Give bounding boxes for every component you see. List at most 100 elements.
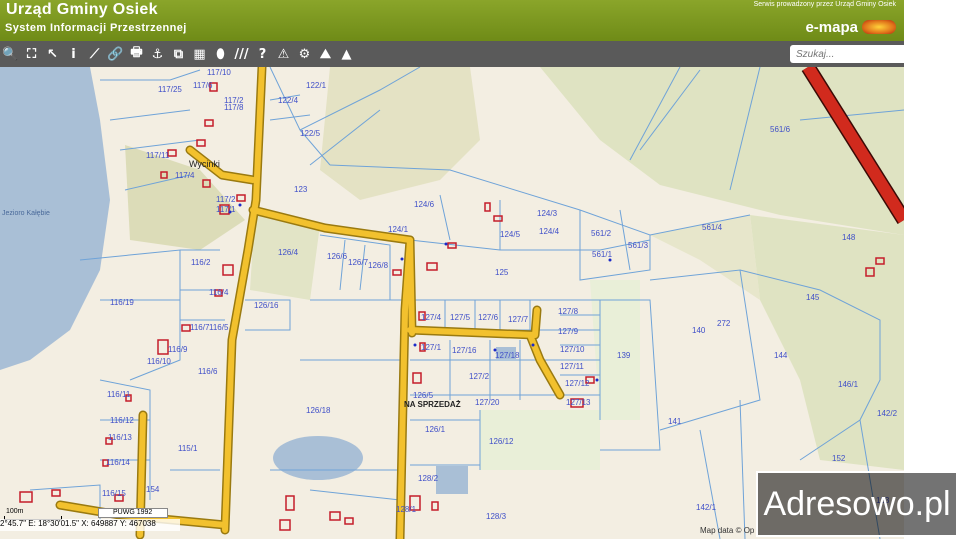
parcel-label: 122/5 [300, 129, 321, 138]
parcel-label: 154 [146, 485, 160, 494]
parcel-label: 124/4 [539, 227, 560, 236]
parcel-label: 127/5 [450, 313, 471, 322]
parcel-label: 124/3 [537, 209, 558, 218]
info-icon[interactable]: i [63, 43, 84, 65]
parcel-label: 127/9 [558, 327, 579, 336]
anchor-icon[interactable]: ⚓ [147, 43, 168, 65]
parcel-label: 127/20 [475, 398, 500, 407]
parcel-label: 127/6 [478, 313, 499, 322]
parcel-label: 116/5 [209, 323, 229, 332]
terrain-icon[interactable]: ▲ [336, 43, 357, 65]
parcel-label: 116/11 [107, 390, 131, 399]
parcel-label: 141 [668, 417, 682, 426]
parcel-label: 127/11 [560, 362, 584, 371]
parcel-label: 148 [842, 233, 856, 242]
parcel-label: 124/5 [500, 230, 521, 239]
parcel-label: 126/6 [327, 252, 348, 261]
parcel-label: 128/2 [418, 474, 439, 483]
parcel-label: 144 [774, 351, 788, 360]
parcel-label: 146/1 [838, 380, 859, 389]
parcel-label: 127/1 [421, 343, 442, 352]
parcel-label: 116/4 [209, 288, 229, 297]
coordinates-readout: 2°45.7" E: 18°30'01.5" X: 649887 Y: 4670… [0, 519, 180, 531]
pointer-icon[interactable]: ↖ [42, 43, 63, 65]
shape-icon[interactable]: ⬮ [210, 43, 231, 65]
help-icon[interactable]: ? [252, 43, 273, 65]
parcel-label: 127/7 [508, 315, 529, 324]
app-title: Urząd Gminy Osiek [6, 1, 158, 18]
map-attribution: Map data © Op [700, 526, 755, 535]
parcel-label: 117/10 [207, 68, 231, 77]
layout-icon[interactable]: ▦ [189, 43, 210, 65]
parcel-label: 126/12 [489, 437, 514, 446]
app-header: Urząd Gminy Osiek System Informacji Prze… [0, 0, 904, 41]
parcel-label: 116/10 [147, 357, 171, 366]
brand-name: e-mapa [805, 19, 858, 36]
service-note: Serwis prowadzony przez Urząd Gminy Osie… [753, 1, 896, 8]
parcel-label: 126/16 [254, 301, 279, 310]
parcel-label: 117/2 [216, 195, 236, 204]
lake-name: Jezioro Kałębie [2, 210, 50, 217]
parcel-label: 116/6 [198, 367, 218, 376]
parcel-label: 561/3 [628, 241, 649, 250]
measure-icon[interactable]: ⟋ [84, 43, 105, 65]
parcel-label: 140 [692, 326, 706, 335]
map-canvas[interactable]: 117/10 117/25 117/6 117/2 117/8 122/4 122/1 122… [0, 67, 904, 539]
parcel-label: 117/4 [175, 171, 195, 180]
projection-select[interactable]: PUWG 1992 [98, 508, 168, 518]
warning-icon[interactable]: ⚠ [273, 43, 294, 65]
parcel-label: 117/6 [193, 81, 213, 90]
brand-logo-icon [862, 20, 896, 34]
parcel-label: 272 [717, 319, 731, 328]
parcel-label: 116/2 [191, 258, 211, 267]
parcel-label: 116/12 [110, 416, 134, 425]
locate-icon[interactable]: ⛰ [315, 43, 336, 65]
export-icon[interactable]: ⧉ [168, 43, 189, 65]
parcel-label: 127/13 [566, 398, 591, 407]
parcel-label: 115/1 [178, 444, 198, 453]
parcel-label: 127/16 [452, 346, 477, 355]
for-sale-marker: NA SPRZEDAŻ [404, 400, 461, 409]
parcel-label: 127/2 [469, 372, 490, 381]
link-icon[interactable]: 🔗 [105, 43, 126, 65]
parcel-label: 127/4 [421, 313, 442, 322]
parcel-label: 122/1 [306, 81, 327, 90]
zoom-extent-icon[interactable]: ⛶ [21, 43, 42, 65]
parcel-label: 127/8 [558, 307, 579, 316]
parcel-label: 117/11 [146, 151, 170, 160]
parcel-label: 128/3 [486, 512, 507, 521]
parcel-label: 126/18 [306, 406, 331, 415]
parcel-label: 126/1 [425, 425, 446, 434]
parcel-label: 116/9 [168, 345, 188, 354]
scale-label: 100m [6, 508, 24, 515]
parcel-label: 116/14 [106, 458, 130, 467]
parcel-label: 139 [617, 351, 631, 360]
pond [273, 436, 363, 480]
parcel-label: 123 [294, 185, 308, 194]
parcel-label: 127/18 [495, 351, 520, 360]
parcel-label: 116/19 [110, 298, 134, 307]
parcel-label: 142/2 [877, 409, 898, 418]
map-svg: 117/10 117/25 117/6 117/2 117/8 122/4 122/1 122… [0, 67, 904, 539]
place-name: Wycinki [189, 159, 220, 169]
parcel-label: 124/6 [414, 200, 435, 209]
parcel-label: 116/7 [190, 323, 210, 332]
watermark: Adresowo.pl [756, 471, 958, 537]
settings-icon[interactable]: ⚙ [294, 43, 315, 65]
side-panel [904, 0, 960, 539]
parcel-label: 116/15 [102, 489, 126, 498]
parcel-label: 126/4 [278, 248, 299, 257]
parcel-label: 127/10 [560, 345, 585, 354]
parcel-label: 116/13 [108, 433, 132, 442]
parcel-label: 561/1 [592, 250, 613, 259]
print-icon[interactable]: 🖶 [126, 43, 147, 65]
app-subtitle: System Informacji Przestrzennej [5, 22, 187, 34]
parcel-label: 152 [832, 454, 846, 463]
parcel-label: 142/1 [696, 503, 717, 512]
parcel-label: 117/1 [216, 205, 236, 214]
parcel-label: 125 [495, 268, 509, 277]
hatch-icon[interactable]: /// [231, 43, 252, 65]
parcel-label: 561/6 [770, 125, 791, 134]
zoom-in-icon[interactable]: 🔍 [0, 43, 21, 65]
pond [436, 466, 468, 494]
